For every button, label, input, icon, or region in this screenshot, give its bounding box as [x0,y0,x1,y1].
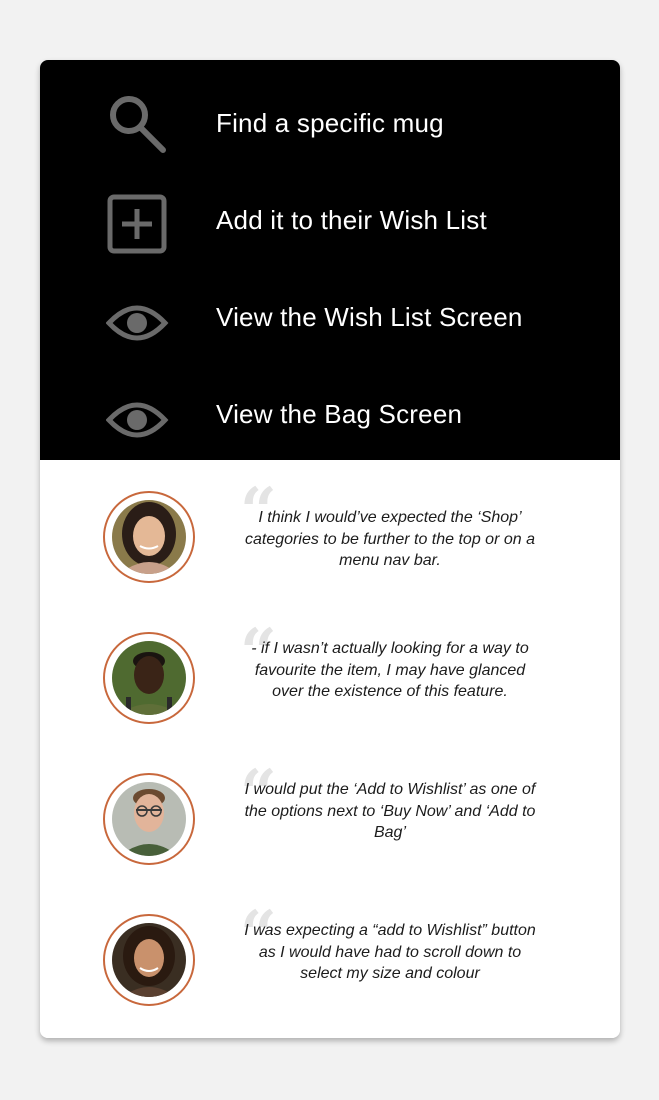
task-item-find-mug: Find a specific mug [40,83,620,163]
quote-text: I think I would’ve expected the ‘Shop’ c… [245,509,535,569]
user-quote: “ I was expecting a “add to Wishlist” bu… [40,883,620,1006]
avatar [103,914,195,1006]
task-label: View the Bag Screen [216,399,463,429]
task-item-add-to-wish-list: Add it to their Wish List [40,180,620,260]
usability-findings-card: Find a specific mug Add it to their Wish… [40,60,620,1038]
task-item-view-wish-list: View the Wish List Screen [40,277,620,357]
avatar-icon [112,782,186,856]
task-label: Add it to their Wish List [216,205,487,235]
avatar [103,773,195,865]
eye-icon [106,384,170,448]
avatar [103,491,195,583]
quote-text: I was expecting a “add to Wishlist” butt… [244,922,536,982]
search-icon [106,93,170,157]
task-label: Find a specific mug [216,108,444,138]
user-quote: “ - if I wasn’t actually looking for a w… [40,601,620,724]
user-quote: “ I would put the ‘Add to Wishlist’ as o… [40,742,620,865]
user-quotes-list: “ I think I would’ve expected the ‘Shop’… [40,460,620,1038]
user-quote: “ I think I would’ve expected the ‘Shop’… [40,460,620,583]
avatar [103,632,195,724]
avatar-icon [112,923,186,997]
task-label: View the Wish List Screen [216,302,523,332]
quote-text: - if I wasn’t actually looking for a way… [251,640,529,700]
eye-icon [106,287,170,351]
task-list-panel: Find a specific mug Add it to their Wish… [40,60,620,460]
task-item-view-bag: View the Bag Screen [40,374,620,454]
add-box-icon [106,190,170,254]
quote-text: I would put the ‘Add to Wishlist’ as one… [244,781,536,841]
avatar-icon [112,500,186,574]
avatar-icon [112,641,186,715]
